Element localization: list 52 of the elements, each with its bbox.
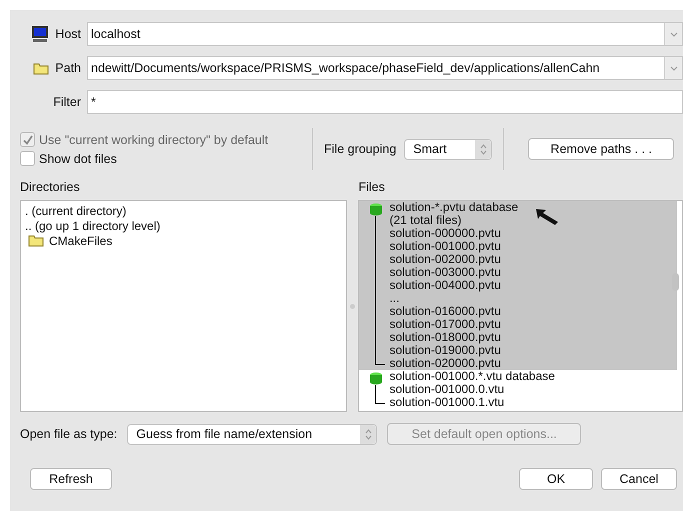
file-group-label: solution-*.pvtu database — [389, 201, 518, 214]
folder-icon — [28, 234, 44, 247]
host-field[interactable]: localhost — [87, 22, 683, 46]
directory-item[interactable]: CMakeFiles — [49, 234, 112, 248]
file-item: solution-018000.pvtu — [389, 331, 502, 344]
dialog-button[interactable]: Refresh — [30, 468, 112, 490]
file-item: solution-001000.pvtu — [389, 240, 502, 253]
grouping-select[interactable]: Smart — [404, 138, 492, 160]
up-down-icon — [480, 144, 487, 154]
dropdown-caret-icon — [670, 32, 678, 36]
open-type-select[interactable]: Guess from file name/extension — [127, 424, 378, 444]
scrollbar-thumb[interactable] — [672, 273, 679, 291]
file-item: solution-001000.1.vtu — [389, 396, 506, 409]
grouping-label: File grouping — [324, 142, 396, 156]
folder-icon — [33, 62, 50, 74]
file-item: (21 total files) — [389, 214, 462, 227]
open-type-label: Open file as type: — [20, 427, 118, 441]
file-item: ... — [389, 292, 400, 305]
file-item: solution-004000.pvtu — [389, 279, 502, 292]
directory-item[interactable]: . (current directory) — [25, 204, 126, 218]
dialog-button[interactable]: Cancel — [601, 468, 677, 490]
checkbox[interactable] — [20, 151, 35, 166]
filter-field[interactable]: * — [87, 90, 683, 114]
up-down-icon — [364, 428, 372, 440]
file-item: solution-001000.0.vtu — [389, 383, 506, 396]
files-heading: Files — [358, 180, 385, 196]
file-item: solution-017000.pvtu — [389, 318, 502, 331]
file-item: solution-003000.pvtu — [389, 266, 502, 279]
directory-item[interactable]: .. (go up 1 directory level) — [25, 218, 160, 232]
splitter-handle[interactable] — [350, 304, 355, 308]
dropdown-caret-icon — [670, 66, 678, 70]
file-item: solution-020000.pvtu — [389, 357, 502, 370]
dialog-button[interactable]: OK — [519, 468, 593, 490]
computer-icon — [31, 25, 50, 43]
checkbox-label: Show dot files — [39, 152, 117, 166]
field-label: Path — [55, 61, 81, 75]
tree-line — [375, 385, 386, 404]
file-group-label: solution-001000.*.vtu database — [389, 370, 555, 383]
file-item: solution-002000.pvtu — [389, 253, 502, 266]
database-icon — [369, 203, 384, 216]
directories-heading: Directories — [20, 180, 80, 196]
field-label: Host — [55, 27, 81, 41]
path-field[interactable]: ndewitt/Documents/workspace/PRISMS_workspace/phaseField_dev/applications/allenCahn — [87, 56, 683, 80]
file-item: solution-000000.pvtu — [389, 227, 502, 240]
remove-paths-button[interactable]: Remove paths . . . — [528, 138, 674, 160]
file-item: solution-019000.pvtu — [389, 344, 502, 357]
checkbox-label: Use "current working directory" by default — [39, 132, 268, 146]
checkmark-icon — [22, 134, 32, 144]
file-group[interactable] — [359, 201, 678, 370]
field-label: Filter — [53, 95, 81, 109]
database-icon — [369, 372, 384, 385]
file-item: solution-016000.pvtu — [389, 305, 502, 318]
